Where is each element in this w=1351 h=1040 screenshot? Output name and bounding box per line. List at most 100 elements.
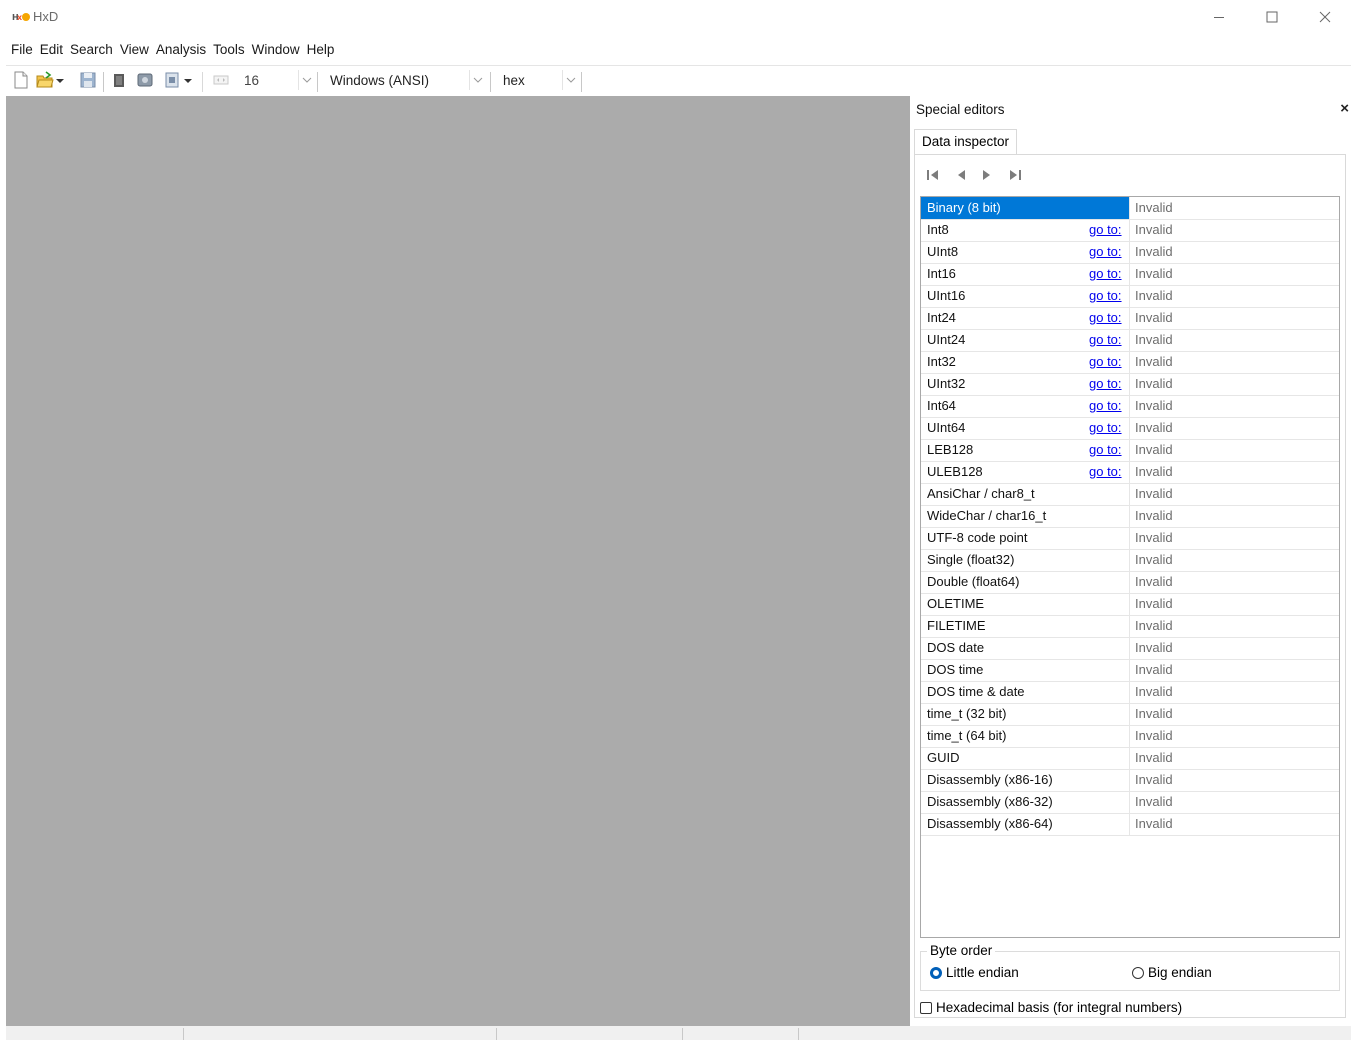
- inspector-row[interactable]: LEB128 go to: Invalid: [921, 439, 1339, 462]
- menu-tools[interactable]: Tools: [209, 42, 249, 57]
- menu-help[interactable]: Help: [303, 42, 339, 57]
- big-endian-radio[interactable]: Big endian: [1132, 965, 1212, 980]
- inspector-row[interactable]: ULEB128 go to: Invalid: [921, 461, 1339, 484]
- inspector-value[interactable]: Invalid: [1135, 684, 1173, 699]
- inspector-value[interactable]: Invalid: [1135, 552, 1173, 567]
- inspector-row[interactable]: OLETIME Invalid: [921, 593, 1339, 616]
- menu-window[interactable]: Window: [248, 42, 304, 57]
- inspector-value[interactable]: Invalid: [1135, 728, 1173, 743]
- inspector-row[interactable]: Int32 go to: Invalid: [921, 351, 1339, 374]
- inspector-row[interactable]: DOS date Invalid: [921, 637, 1339, 660]
- inspector-row[interactable]: GUID Invalid: [921, 747, 1339, 770]
- inspector-row[interactable]: UInt64 go to: Invalid: [921, 417, 1339, 440]
- goto-link[interactable]: go to:: [1089, 288, 1122, 303]
- charset-select[interactable]: Windows (ANSI): [323, 69, 487, 93]
- inspector-row[interactable]: AnsiChar / char8_t Invalid: [921, 483, 1339, 506]
- close-button[interactable]: [1302, 0, 1348, 34]
- inspector-value[interactable]: Invalid: [1135, 574, 1173, 589]
- inspector-row[interactable]: WideChar / char16_t Invalid: [921, 505, 1339, 528]
- inspector-value[interactable]: Invalid: [1135, 508, 1173, 523]
- inspector-row[interactable]: Single (float32) Invalid: [921, 549, 1339, 572]
- menu-file[interactable]: File: [6, 42, 37, 57]
- inspector-row[interactable]: FILETIME Invalid: [921, 615, 1339, 638]
- previous-icon[interactable]: [955, 168, 967, 182]
- menu-search[interactable]: Search: [66, 42, 117, 57]
- inspector-row[interactable]: DOS time & date Invalid: [921, 681, 1339, 704]
- inspector-row[interactable]: UInt16 go to: Invalid: [921, 285, 1339, 308]
- open-dropdown-icon[interactable]: [55, 71, 65, 89]
- goto-link[interactable]: go to:: [1089, 376, 1122, 391]
- inspector-row[interactable]: Disassembly (x86-16) Invalid: [921, 769, 1339, 792]
- close-file-icon[interactable]: [110, 71, 128, 89]
- inspector-value[interactable]: Invalid: [1135, 266, 1173, 281]
- goto-link[interactable]: go to:: [1089, 310, 1122, 325]
- inspector-row[interactable]: Int64 go to: Invalid: [921, 395, 1339, 418]
- goto-link[interactable]: go to:: [1089, 420, 1122, 435]
- little-endian-radio[interactable]: Little endian: [930, 965, 1019, 980]
- inspector-value[interactable]: Invalid: [1135, 376, 1173, 391]
- inspector-row[interactable]: UInt8 go to: Invalid: [921, 241, 1339, 264]
- goto-link[interactable]: go to:: [1089, 442, 1122, 457]
- inspector-row[interactable]: UInt24 go to: Invalid: [921, 329, 1339, 352]
- inspector-value[interactable]: Invalid: [1135, 310, 1173, 325]
- goto-link[interactable]: go to:: [1089, 398, 1122, 413]
- inspector-row[interactable]: Disassembly (x86-64) Invalid: [921, 813, 1339, 836]
- inspector-value[interactable]: Invalid: [1135, 222, 1173, 237]
- open-ram-dropdown-icon[interactable]: [183, 71, 193, 89]
- save-icon[interactable]: [79, 71, 97, 89]
- inspector-value[interactable]: Invalid: [1135, 464, 1173, 479]
- inspector-row[interactable]: Int24 go to: Invalid: [921, 307, 1339, 330]
- open-file-icon[interactable]: [36, 71, 54, 89]
- inspector-row[interactable]: Disassembly (x86-32) Invalid: [921, 791, 1339, 814]
- inspector-value[interactable]: Invalid: [1135, 794, 1173, 809]
- hex-basis-checkbox[interactable]: Hexadecimal basis (for integral numbers): [920, 1000, 1182, 1015]
- maximize-button[interactable]: [1249, 0, 1295, 34]
- inspector-value[interactable]: Invalid: [1135, 398, 1173, 413]
- bytes-per-row-select[interactable]: 16: [237, 69, 316, 93]
- inspector-value[interactable]: Invalid: [1135, 662, 1173, 677]
- inspector-value[interactable]: Invalid: [1135, 618, 1173, 633]
- panel-close-button[interactable]: ×: [1340, 100, 1349, 117]
- last-icon[interactable]: [1007, 168, 1023, 182]
- inspector-row[interactable]: Int16 go to: Invalid: [921, 263, 1339, 286]
- goto-link[interactable]: go to:: [1089, 332, 1122, 347]
- inspector-value[interactable]: Invalid: [1135, 200, 1173, 215]
- inspector-value[interactable]: Invalid: [1135, 244, 1173, 259]
- inspector-value[interactable]: Invalid: [1135, 354, 1173, 369]
- inspector-value[interactable]: Invalid: [1135, 530, 1173, 545]
- inspector-row[interactable]: time_t (64 bit) Invalid: [921, 725, 1339, 748]
- inspector-value[interactable]: Invalid: [1135, 816, 1173, 831]
- inspector-row[interactable]: time_t (32 bit) Invalid: [921, 703, 1339, 726]
- inspector-row[interactable]: Binary (8 bit) Invalid: [921, 197, 1339, 220]
- first-icon[interactable]: [925, 168, 941, 182]
- menu-view[interactable]: View: [116, 42, 153, 57]
- goto-link[interactable]: go to:: [1089, 354, 1122, 369]
- inspector-value[interactable]: Invalid: [1135, 640, 1173, 655]
- inspector-value[interactable]: Invalid: [1135, 596, 1173, 611]
- inspector-row[interactable]: UInt32 go to: Invalid: [921, 373, 1339, 396]
- inspector-value[interactable]: Invalid: [1135, 486, 1173, 501]
- offset-base-select[interactable]: hex: [496, 69, 580, 93]
- inspector-value[interactable]: Invalid: [1135, 288, 1173, 303]
- inspector-row[interactable]: DOS time Invalid: [921, 659, 1339, 682]
- inspector-row[interactable]: Double (float64) Invalid: [921, 571, 1339, 594]
- inspector-row[interactable]: UTF-8 code point Invalid: [921, 527, 1339, 550]
- inspector-value[interactable]: Invalid: [1135, 772, 1173, 787]
- goto-link[interactable]: go to:: [1089, 222, 1122, 237]
- new-file-icon[interactable]: [12, 71, 30, 89]
- minimize-button[interactable]: [1196, 0, 1242, 34]
- open-ram-icon[interactable]: [163, 71, 181, 89]
- inspector-value[interactable]: Invalid: [1135, 420, 1173, 435]
- menu-edit[interactable]: Edit: [36, 42, 67, 57]
- tab-data-inspector[interactable]: Data inspector: [914, 129, 1018, 154]
- inspector-value[interactable]: Invalid: [1135, 442, 1173, 457]
- inspector-value[interactable]: Invalid: [1135, 332, 1173, 347]
- goto-link[interactable]: go to:: [1089, 244, 1122, 259]
- inspector-value[interactable]: Invalid: [1135, 750, 1173, 765]
- inspector-row[interactable]: Int8 go to: Invalid: [921, 219, 1339, 242]
- inspector-value[interactable]: Invalid: [1135, 706, 1173, 721]
- goto-link[interactable]: go to:: [1089, 464, 1122, 479]
- menu-analysis[interactable]: Analysis: [152, 42, 210, 57]
- next-icon[interactable]: [981, 168, 993, 182]
- open-disk-icon[interactable]: [136, 71, 154, 89]
